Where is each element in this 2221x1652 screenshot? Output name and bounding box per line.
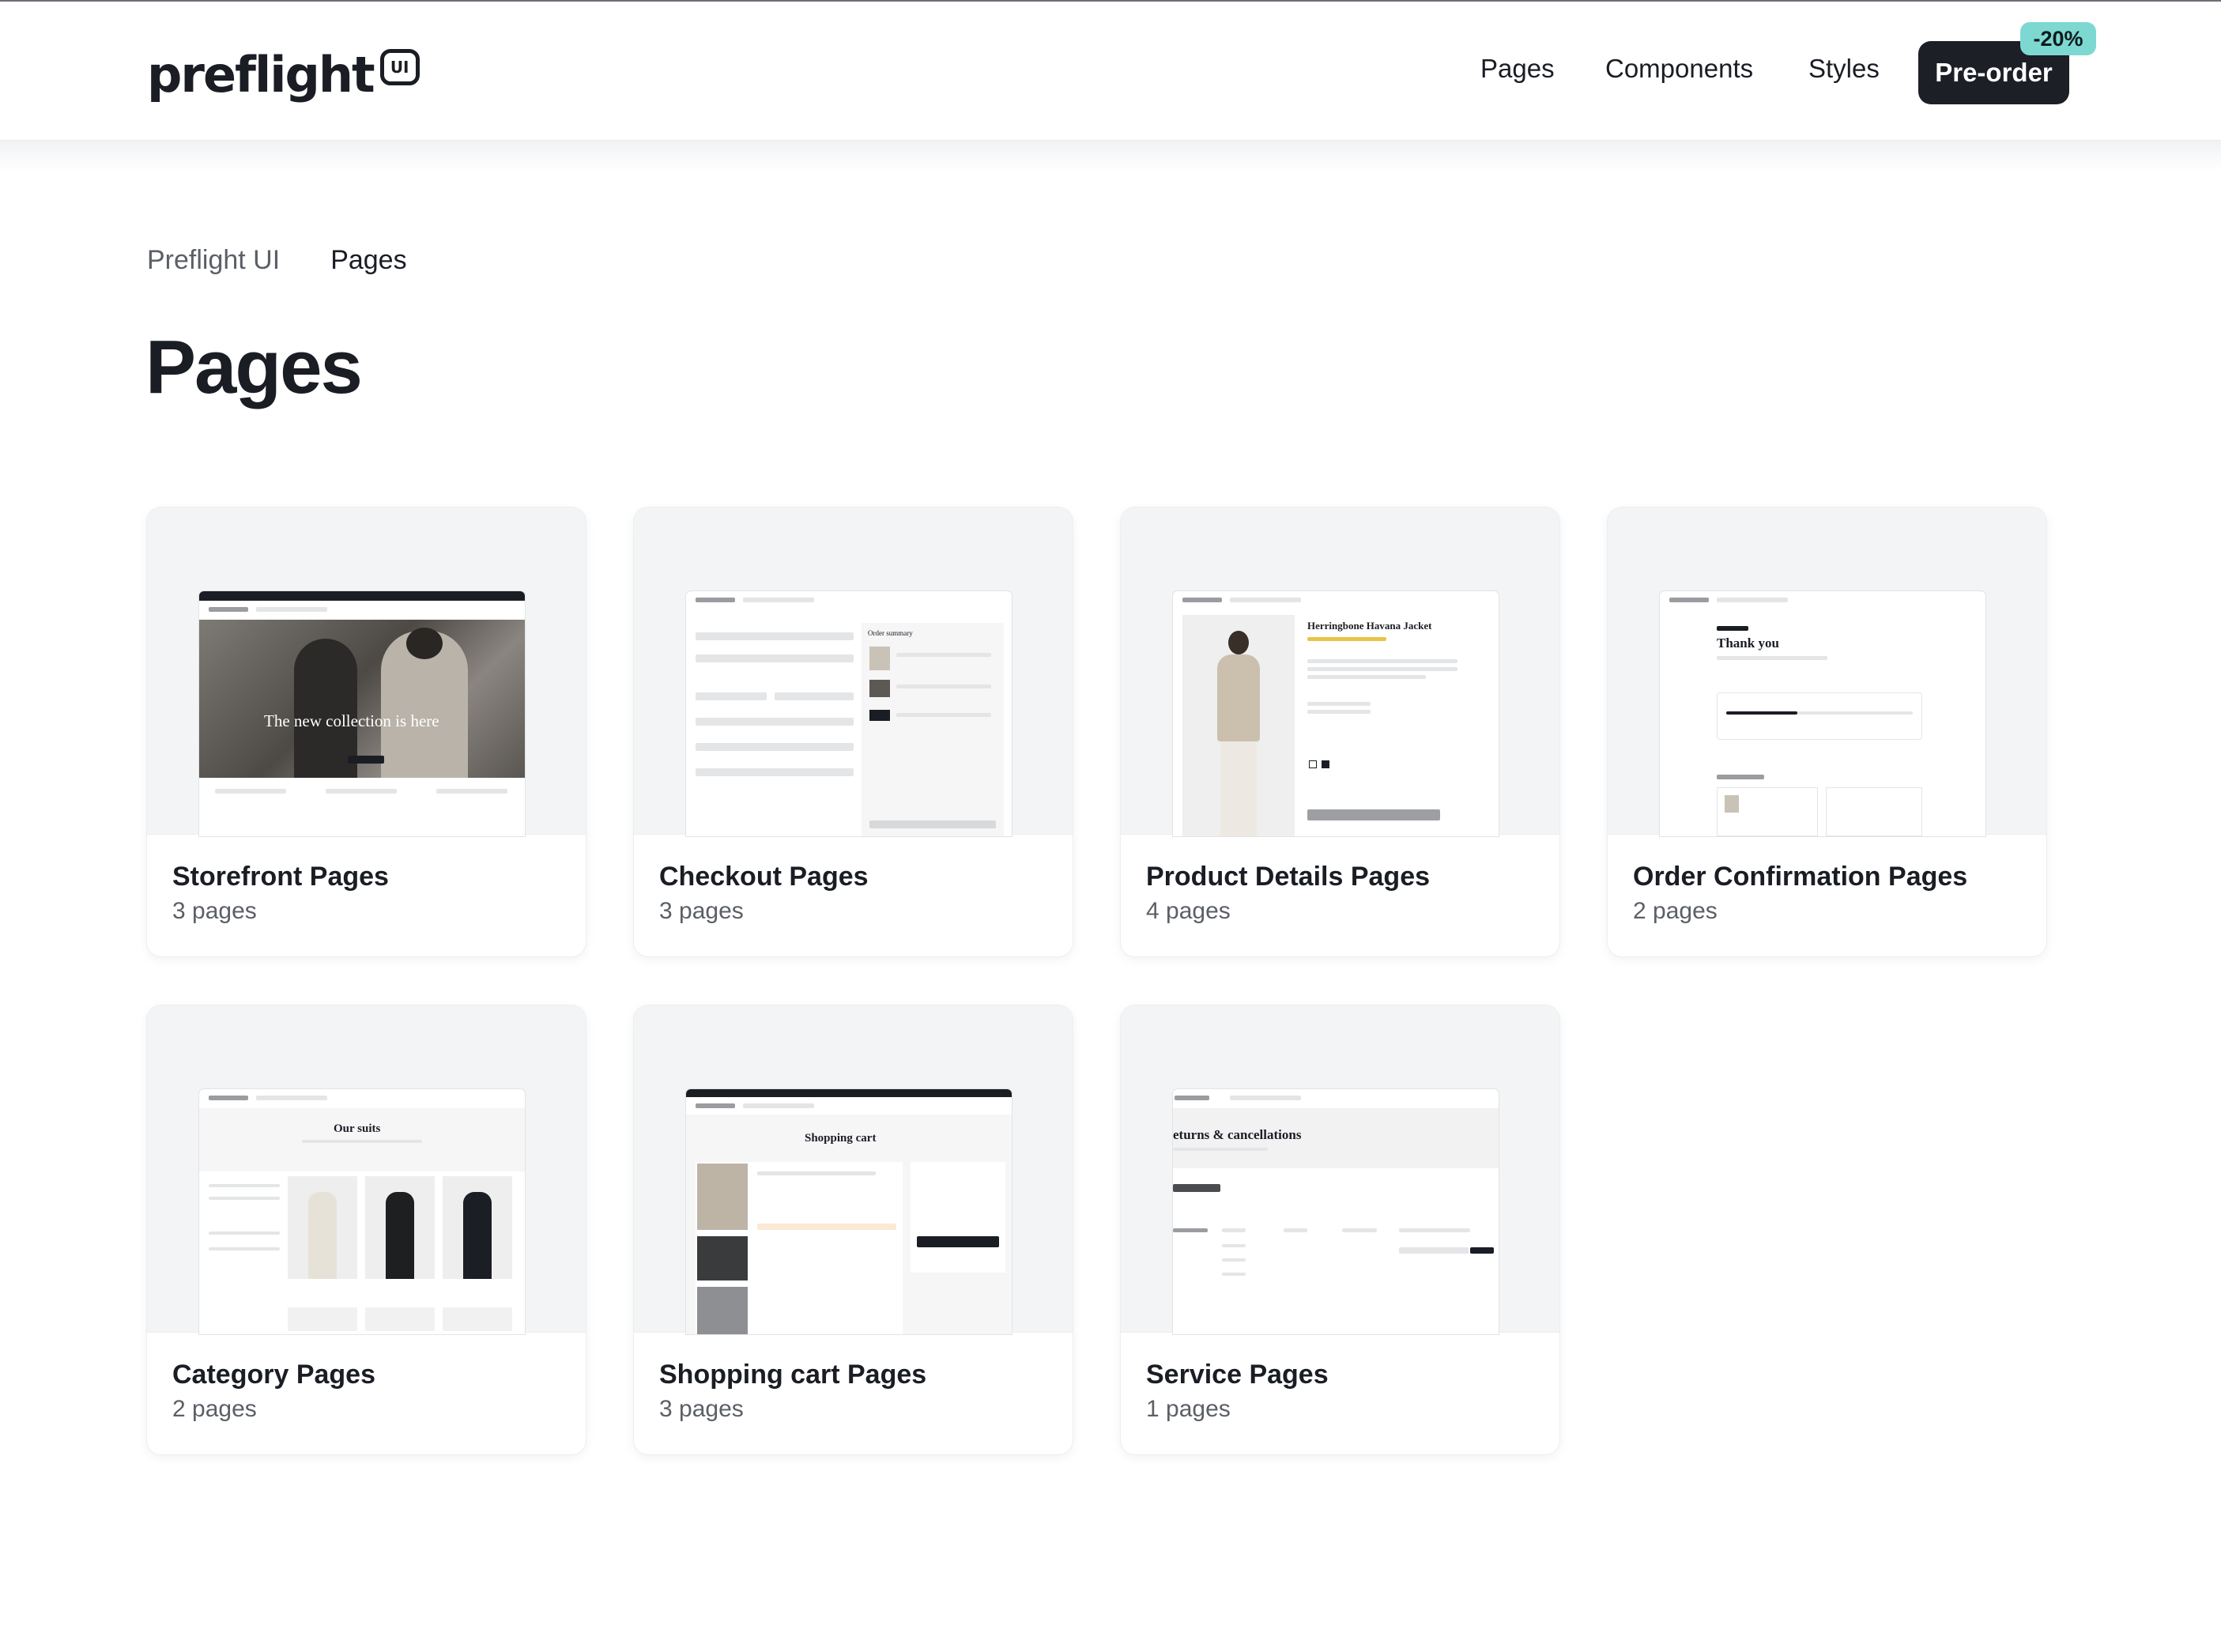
card-category-pages[interactable]: Our suits Category Pages 2 pages: [147, 1005, 586, 1454]
card-title: Order Confirmation Pages: [1633, 862, 1968, 892]
preview-hero-text: The new collection is here: [264, 711, 439, 730]
storefront-preview: The new collection is here: [199, 591, 525, 836]
card-title: Storefront Pages: [172, 862, 389, 892]
nav-styles[interactable]: Styles: [1808, 54, 1880, 84]
logo[interactable]: preflight UI: [147, 47, 420, 103]
preview-order-summary: Order summary: [868, 629, 913, 637]
card-count: 3 pages: [659, 1396, 744, 1422]
card-checkout-pages[interactable]: Order summary Checkout Pages 3 pages: [634, 507, 1073, 956]
nav-pages[interactable]: Pages: [1480, 54, 1555, 84]
card-storefront-pages[interactable]: The new collection is here Storefront Pa…: [147, 507, 586, 956]
card-service-pages[interactable]: eturns & cancellations Service Pages 1 p…: [1121, 1005, 1559, 1454]
card-thumbnail: Our suits: [147, 1005, 586, 1334]
card-thumbnail: Shopping cart: [634, 1005, 1073, 1334]
card-count: 3 pages: [659, 898, 744, 924]
logo-text: preflight: [147, 46, 375, 104]
preview-returns-title: eturns & cancellations: [1173, 1127, 1302, 1142]
preview-product-title: Herringbone Havana Jacket: [1307, 620, 1432, 632]
checkout-preview: Order summary: [686, 591, 1012, 836]
site-header: preflight UI Pages Components Styles Pre…: [0, 2, 2221, 141]
preview-our-suits: Our suits: [334, 1122, 381, 1135]
shopping-cart-preview: Shopping cart: [686, 1089, 1012, 1334]
card-thumbnail: Thank you: [1608, 507, 2046, 836]
card-title: Product Details Pages: [1146, 862, 1431, 892]
discount-badge: -20%: [2020, 22, 2096, 55]
card-count: 4 pages: [1146, 898, 1231, 924]
breadcrumb-preflight-ui[interactable]: Preflight UI: [147, 245, 280, 276]
order-confirmation-preview: Thank you: [1660, 591, 1985, 836]
card-title: Service Pages: [1146, 1360, 1329, 1390]
card-title: Category Pages: [172, 1360, 375, 1390]
breadcrumb: Preflight UI Pages: [147, 245, 407, 276]
card-count: 1 pages: [1146, 1396, 1231, 1422]
card-product-details-pages[interactable]: Herringbone Havana Jacket Product Detail…: [1121, 507, 1559, 956]
page-title: Pages: [145, 325, 363, 409]
card-thumbnail: Herringbone Havana Jacket: [1121, 507, 1559, 836]
card-count: 2 pages: [1633, 898, 1718, 924]
logo-badge: UI: [379, 49, 420, 85]
product-details-preview: Herringbone Havana Jacket: [1173, 591, 1499, 836]
card-title: Shopping cart Pages: [659, 1360, 927, 1390]
category-preview: Our suits: [199, 1089, 525, 1334]
card-shopping-cart-pages[interactable]: Shopping cart Shopping cart Pages 3 page…: [634, 1005, 1073, 1454]
card-thumbnail: The new collection is here: [147, 507, 586, 836]
header-shadow: [0, 141, 2221, 172]
preview-shopping-cart: Shopping cart: [805, 1132, 877, 1145]
card-order-confirmation-pages[interactable]: Thank you Order Confirmation Pages 2 pag…: [1608, 507, 2046, 956]
card-title: Checkout Pages: [659, 862, 869, 892]
nav-components[interactable]: Components: [1605, 54, 1753, 84]
card-count: 2 pages: [172, 1396, 257, 1422]
card-count: 3 pages: [172, 898, 257, 924]
card-thumbnail: eturns & cancellations: [1121, 1005, 1559, 1334]
breadcrumb-pages[interactable]: Pages: [330, 245, 406, 276]
service-preview: eturns & cancellations: [1173, 1089, 1499, 1334]
card-thumbnail: Order summary: [634, 507, 1073, 836]
preview-thank-you: Thank you: [1717, 636, 1779, 651]
